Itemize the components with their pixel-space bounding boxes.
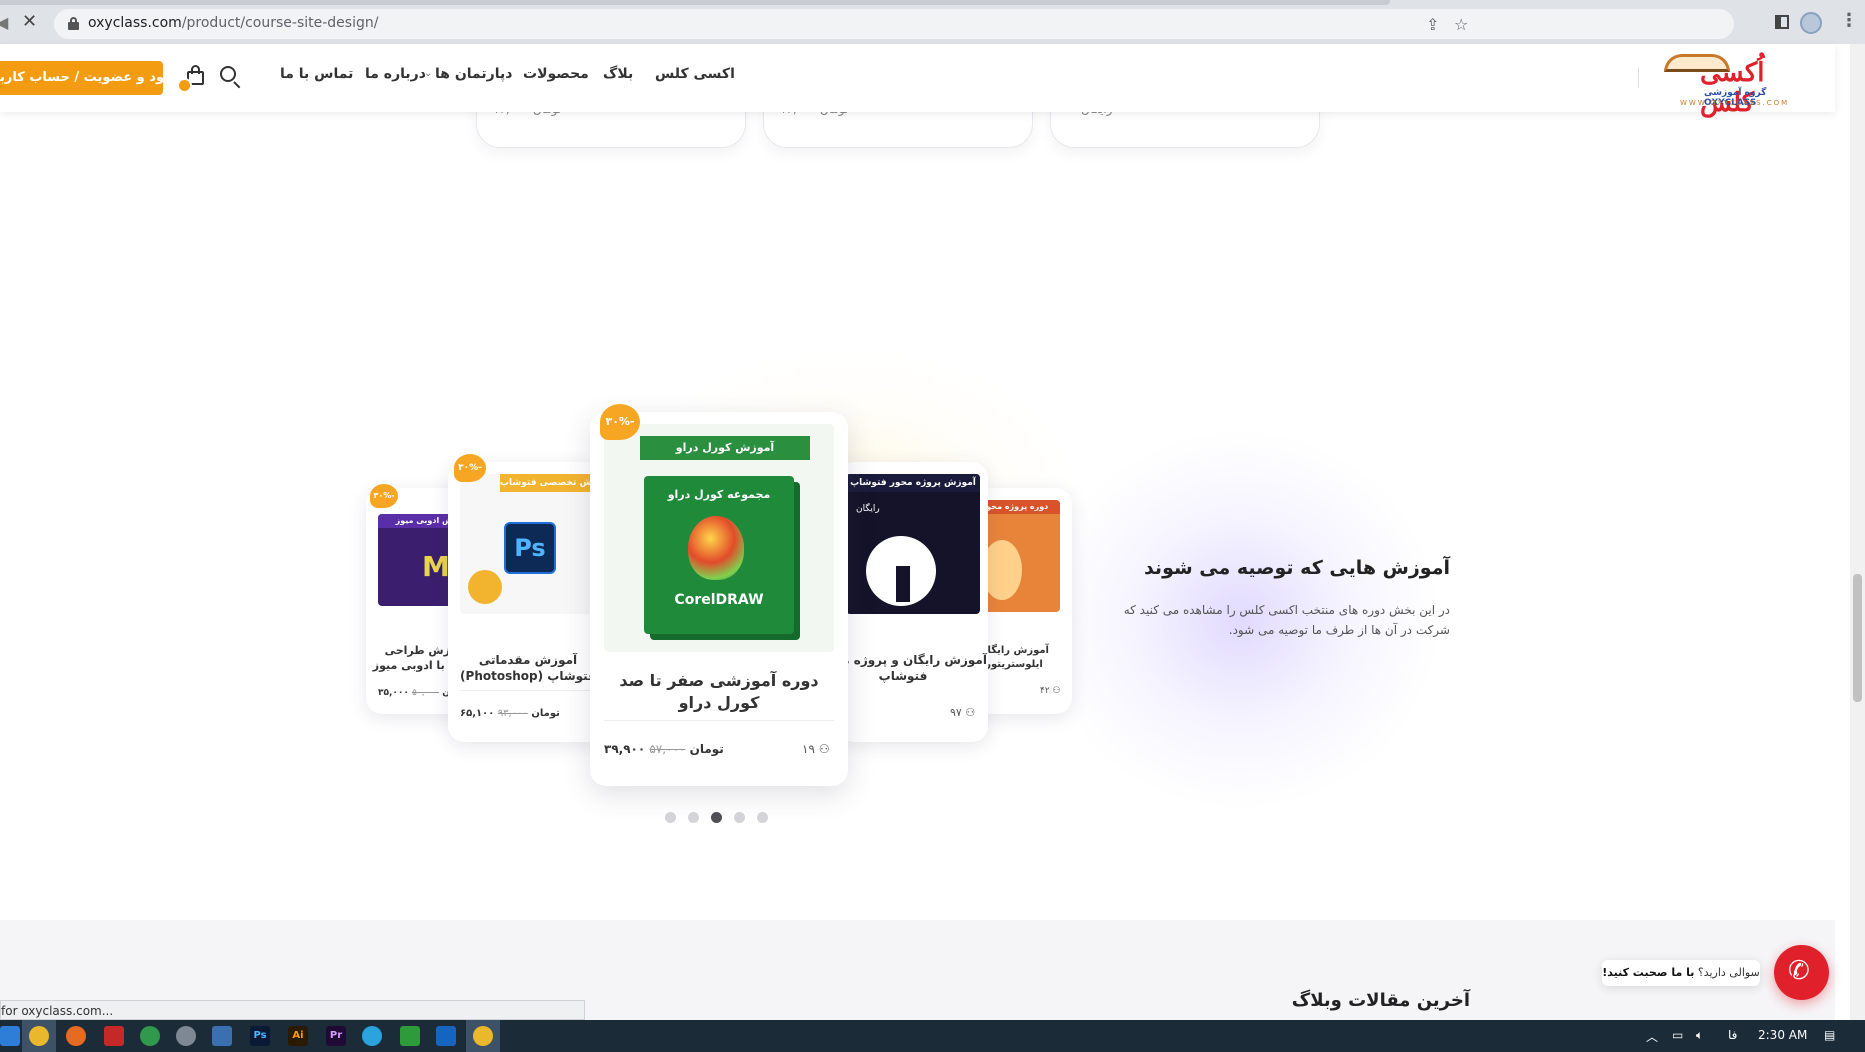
language-indicator[interactable]: فا — [1728, 1028, 1737, 1042]
course-title[interactable]: دوره آموزشی صفر تا صد کورل دراو — [600, 670, 838, 713]
bookmark-star-icon[interactable]: ☆ — [1454, 15, 1468, 34]
students-icon: ⚇ — [818, 742, 830, 756]
os-taskbar: Ps Ai Pr ︿ ▭ 🔈︎ فا 2:30 AM ▤ — [0, 1020, 1865, 1052]
search-icon[interactable] — [220, 66, 242, 89]
nav-contact[interactable]: تماس با ما — [280, 66, 353, 82]
browser-menu-icon[interactable]: ⋮ — [1840, 10, 1858, 31]
volume-icon[interactable]: 🔈︎ — [1696, 1028, 1703, 1043]
site-logo[interactable]: اُکسی کلس گروه آموزشی OXYCLASS WWW.OXYCL… — [1660, 50, 1810, 118]
course-title[interactable]: آموزش مقدماتی فتوشاپ (Photoshop) — [456, 652, 600, 684]
illustration-icon — [982, 540, 1022, 600]
course-price: ۳۹,۹۰۰ تومان ۵۷,۰۰۰ — [604, 742, 724, 756]
chat-prompt[interactable]: سوالی دارید؟ با ما صحبت کنید! — [1602, 960, 1760, 986]
call-button[interactable]: ✆ — [1774, 945, 1829, 1000]
nav-about[interactable]: درباره ما — [365, 66, 426, 82]
address-bar[interactable]: oxyclass.com/product/course-site-design/… — [54, 9, 1734, 39]
browser-status-bar: for oxyclass.com... — [0, 1000, 585, 1020]
nav-oxyclass[interactable]: اکسی کلس — [655, 66, 735, 82]
course-thumbnail[interactable]: آموزش کورل دراو مجموعه کورل دراو CorelDR… — [604, 424, 834, 652]
students-count: ۴۲ ⚇ — [1040, 686, 1061, 696]
course-ribbon: آموزش کورل دراو — [640, 436, 810, 460]
section-description: در این بخش دوره های منتخب اکسی کلس را مش… — [1123, 603, 1450, 637]
section-title: آموزش هایی که توصیه می شوند — [1143, 557, 1450, 579]
browser-toolbar: ◀ ✕ oxyclass.com/product/course-site-des… — [0, 0, 1865, 44]
card-divider — [604, 720, 834, 721]
course-card-photoshop-project[interactable]: آموزش پروژه محور فتوشاپ رایگان آموزش رای… — [838, 462, 988, 742]
screenshot-app-icon[interactable] — [436, 1026, 456, 1046]
back-icon[interactable]: ◀ — [0, 13, 8, 32]
coreldraw-box: مجموعه کورل دراو CorelDRAW — [644, 476, 794, 634]
carousel-dot[interactable] — [757, 812, 768, 823]
course-thumbnail[interactable]: آموزش تخصصی فتوشاپ Ps — [460, 474, 596, 614]
course-title[interactable]: آموزش رایگان و پروژه محور فتوشاپ — [838, 652, 988, 684]
course-price: ۶۵,۱۰۰ تومان ۹۳,۰۰۰ — [460, 708, 560, 719]
tab-strip — [0, 0, 1390, 5]
header-divider — [1638, 68, 1639, 88]
photoshop-app-icon[interactable]: Ps — [250, 1026, 270, 1046]
tray-chevron-icon[interactable]: ︿ — [1646, 1028, 1658, 1045]
clock[interactable]: 2:30 AM — [1758, 1028, 1807, 1042]
telegram-icon[interactable] — [362, 1026, 382, 1046]
chrome-window-icon[interactable] — [473, 1026, 493, 1046]
card-divider — [460, 690, 596, 691]
course-ribbon: آموزش پروژه محور فتوشاپ — [846, 474, 980, 492]
url-text[interactable]: oxyclass.com/product/course-site-design/ — [88, 15, 378, 31]
lock-icon[interactable] — [68, 17, 79, 30]
blog-section-title: آخرین مقالات وبلاگ — [1291, 990, 1470, 1011]
students-count: ۹۷ ⚇ — [950, 706, 976, 719]
app-icon[interactable] — [176, 1026, 196, 1046]
course-card-coreldraw[interactable]: آموزش کورل دراو مجموعه کورل دراو CorelDR… — [590, 412, 848, 786]
students-icon: ⚇ — [1052, 686, 1061, 696]
network-app-icon[interactable] — [212, 1026, 232, 1046]
file-explorer-icon[interactable] — [0, 1026, 20, 1046]
course-thumbnail[interactable]: آموزش پروژه محور فتوشاپ رایگان — [846, 474, 980, 614]
share-icon[interactable]: ⇪ — [1426, 15, 1439, 34]
course-box-label: CorelDRAW — [674, 592, 764, 608]
profile-avatar[interactable] — [1800, 12, 1822, 34]
discount-badge: ۳۰%- — [370, 484, 398, 508]
carousel-dot[interactable] — [688, 812, 699, 823]
carousel-dot[interactable] — [734, 812, 745, 823]
firefox-icon[interactable] — [66, 1026, 86, 1046]
premiere-app-icon[interactable]: Pr — [326, 1026, 346, 1046]
course-card-photoshop-intro[interactable]: آموزش تخصصی فتوشاپ Ps آموزش مقدماتی فتوش… — [448, 462, 608, 742]
photoshop-icon: Ps — [504, 522, 556, 574]
page-scrollbar[interactable] — [1850, 44, 1865, 1020]
deer-silhouette-icon — [896, 566, 910, 602]
course-box-label: رایگان — [856, 504, 880, 514]
discount-badge: ۳۰%- — [600, 404, 640, 440]
course-ribbon: آموزش تخصصی فتوشاپ — [500, 474, 596, 492]
network-icon[interactable]: ▭ — [1672, 1028, 1683, 1042]
notifications-icon[interactable]: ▤ — [1824, 1028, 1835, 1042]
camtasia-icon[interactable] — [400, 1026, 420, 1046]
chrome-icon[interactable] — [29, 1026, 49, 1046]
balloon-icon — [688, 516, 744, 580]
security-app-icon[interactable] — [104, 1026, 124, 1046]
nav-blog[interactable]: بلاگ — [603, 66, 633, 82]
course-box-title: مجموعه کورل دراو — [667, 488, 771, 501]
stop-loading-icon[interactable]: ✕ — [22, 13, 40, 31]
scrollbar-thumb[interactable] — [1853, 574, 1862, 702]
students-icon: ⚇ — [965, 706, 976, 719]
site-header: اُکسی کلس گروه آموزشی OXYCLASS WWW.OXYCL… — [0, 44, 1835, 118]
login-register-button[interactable]: ورود و عضویت / حساب کاربری — [0, 61, 163, 95]
illustrator-app-icon[interactable]: Ai — [288, 1026, 308, 1046]
discount-badge: ۳۰%- — [454, 454, 486, 482]
cart-count-badge — [177, 78, 192, 93]
logo-url: WWW.OXYCLASS.COM — [1680, 99, 1790, 107]
edge-icon[interactable] — [140, 1026, 160, 1046]
phone-icon: ✆ — [1788, 956, 1810, 986]
nav-departments[interactable]: دپارتمان ها — [435, 66, 512, 82]
side-panel-icon[interactable] — [1775, 15, 1789, 29]
carousel-dot-active[interactable] — [711, 812, 722, 823]
students-count: ۱۹ ⚇ — [802, 742, 830, 756]
nav-products[interactable]: محصولات — [523, 66, 589, 82]
decoration-shape — [468, 570, 502, 604]
carousel-dot[interactable] — [665, 812, 676, 823]
